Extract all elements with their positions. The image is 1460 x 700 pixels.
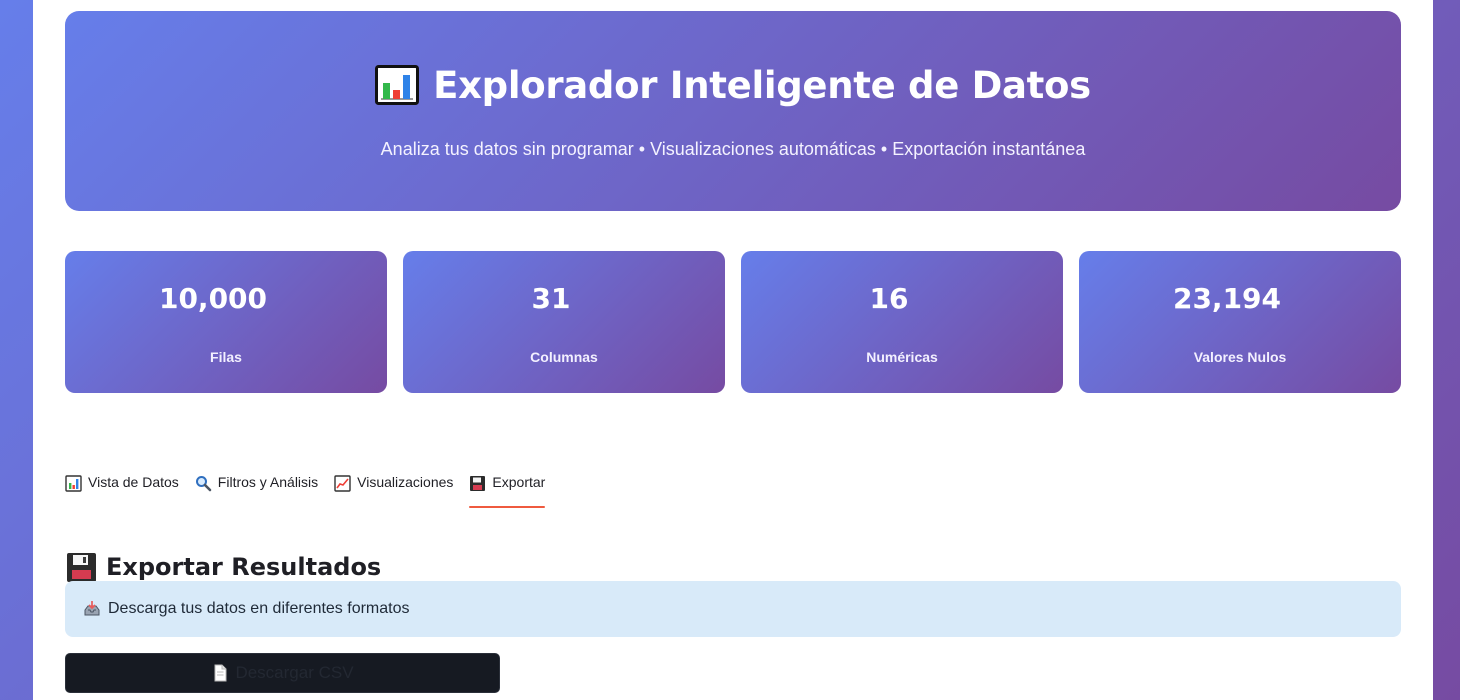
export-info-box: Descarga tus datos en diferentes formato… — [65, 581, 1401, 637]
tab-visualizations[interactable]: Visualizaciones — [334, 474, 453, 508]
section-title: Exportar Resultados — [65, 551, 381, 584]
metric-value: 16 — [869, 282, 909, 315]
metric-label: Columnas — [530, 349, 598, 365]
metric-label: Numéricas — [866, 349, 938, 365]
metric-card-columns: 31 Columnas — [403, 251, 725, 393]
app-subtitle: Analiza tus datos sin programar • Visual… — [380, 139, 1086, 159]
magnifying-glass-icon — [195, 475, 212, 492]
document-icon — [211, 664, 229, 682]
metric-value: 23,194 — [1172, 282, 1282, 315]
export-title-text: Exportar Resultados — [106, 553, 382, 582]
page-title: Explorador Inteligente de Datos — [65, 65, 1401, 105]
download-csv-button[interactable]: Descargar CSV — [65, 653, 500, 693]
bar-chart-icon — [375, 65, 420, 105]
app-header: Explorador Inteligente de Datos Analiza … — [65, 11, 1401, 211]
metric-value: 31 — [531, 282, 571, 315]
tab-data-view[interactable]: Vista de Datos — [65, 474, 179, 508]
export-info-text: Descarga tus datos en diferentes formato… — [108, 600, 410, 617]
download-csv-label: Descargar CSV — [235, 663, 354, 682]
tab-export[interactable]: Exportar — [469, 474, 545, 508]
app-panel: Explorador Inteligente de Datos Analiza … — [33, 0, 1433, 700]
metric-label: Filas — [210, 349, 242, 365]
metric-card-numeric: 16 Numéricas — [741, 251, 1063, 393]
metric-value: 10,000 — [158, 282, 268, 315]
line-chart-icon — [334, 475, 351, 492]
main-tabs: Vista de Datos Filtros y Análisis Visual… — [65, 474, 545, 510]
tab-filters-analysis[interactable]: Filtros y Análisis — [195, 474, 318, 508]
metrics-row: 10,000 Filas 31 Columnas 16 Numéricas 23… — [65, 251, 1401, 393]
metric-label: Valores Nulos — [1193, 349, 1287, 365]
tab-label: Visualizaciones — [357, 474, 454, 490]
floppy-disk-icon — [65, 551, 98, 584]
tab-label: Filtros y Análisis — [217, 474, 319, 490]
tab-label: Vista de Datos — [88, 474, 179, 490]
floppy-disk-icon — [469, 475, 486, 492]
tab-label: Exportar — [492, 474, 546, 490]
inbox-tray-icon — [82, 599, 102, 619]
metric-card-rows: 10,000 Filas — [65, 251, 387, 393]
metric-card-null-values: 23,194 Valores Nulos — [1079, 251, 1401, 393]
app-title-text: Explorador Inteligente de Datos — [433, 63, 1091, 107]
bar-chart-icon — [65, 475, 82, 492]
